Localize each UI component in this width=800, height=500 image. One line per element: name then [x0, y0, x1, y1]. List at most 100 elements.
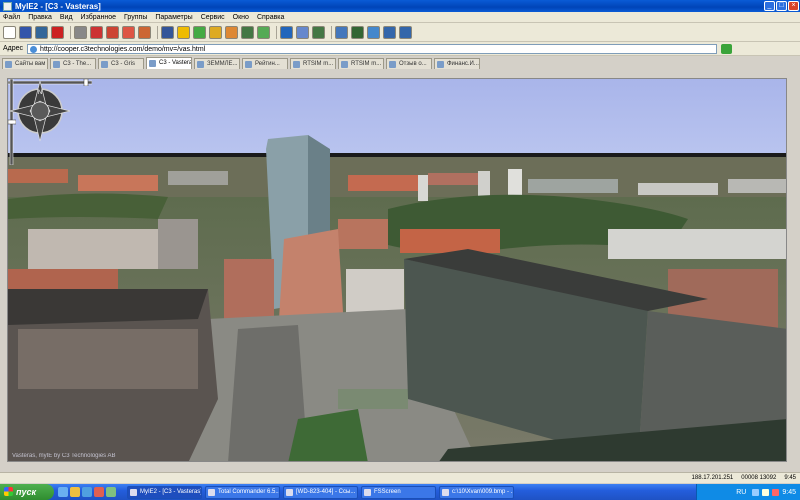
- start-button[interactable]: пуск: [0, 484, 54, 500]
- mail-icon[interactable]: [296, 25, 309, 39]
- building-left-tower: [158, 219, 198, 269]
- close-tab-icon[interactable]: [51, 25, 64, 39]
- web-filter-icon[interactable]: [257, 25, 270, 39]
- fullscreen-icon[interactable]: [335, 25, 348, 39]
- menu-item[interactable]: Избранное: [81, 14, 116, 21]
- groups-icon[interactable]: [193, 25, 206, 39]
- favorites-star-icon[interactable]: [177, 25, 190, 39]
- map-copyright: Vasteras, myIE by C3 Technologies AB: [12, 453, 116, 459]
- building-left-mid: [28, 229, 158, 269]
- toolbar-separator: [70, 25, 71, 39]
- tab-bar: Сайты вам C3 - The... C3 - Gris C3 - Vaster…: [0, 57, 800, 69]
- quick-launch: [58, 487, 118, 497]
- tile-icon[interactable]: [399, 25, 412, 39]
- tab-9[interactable]: Финанс.И...: [434, 58, 480, 69]
- history-icon[interactable]: [209, 25, 222, 39]
- system-tray: RU 9:45: [696, 484, 800, 500]
- status-bar: 188.17.201.251 00008 13092 9:45: [0, 472, 800, 483]
- volume-icon[interactable]: [762, 488, 770, 496]
- menu-item[interactable]: Группы: [124, 14, 147, 21]
- text-size-icon[interactable]: [312, 25, 325, 39]
- roofs-left: [8, 269, 118, 291]
- save-icon[interactable]: [19, 25, 32, 39]
- ie-icon[interactable]: [82, 487, 92, 497]
- tab-2[interactable]: C3 - Gris: [98, 58, 144, 69]
- save-all-icon[interactable]: [35, 25, 48, 39]
- go-button[interactable]: [721, 43, 733, 54]
- sky: [8, 79, 786, 155]
- taskbar-task-0[interactable]: MyIE2 - [C3 - Vasteras]: [127, 485, 202, 499]
- tab-4[interactable]: ЗЕММЛЕ...: [194, 58, 240, 69]
- globe-icon[interactable]: [280, 25, 293, 39]
- stop-icon[interactable]: [90, 25, 103, 39]
- taskbar-task-4[interactable]: c:\10\Xvan\009.bmp - ...: [439, 485, 514, 499]
- new-window-icon[interactable]: [3, 25, 16, 39]
- back-icon[interactable]: [74, 25, 87, 39]
- buildings-right: [608, 229, 786, 259]
- opera-icon[interactable]: [94, 487, 104, 497]
- plaza-square: [338, 389, 408, 409]
- language-indicator[interactable]: RU: [736, 489, 746, 496]
- antivirus-icon[interactable]: [772, 488, 780, 496]
- toolbar-separator: [157, 25, 158, 39]
- building-left-facade: [18, 329, 198, 389]
- title-bar: MyIE2 - [C3 - Vasteras] _ □ ×: [0, 0, 800, 12]
- menu-item[interactable]: Сервис: [201, 14, 225, 21]
- status-ip: 188.17.201.251: [691, 475, 734, 481]
- address-label: Адрес: [3, 45, 24, 52]
- tab-7[interactable]: RTSIM m...: [338, 58, 384, 69]
- status-time: 9:45: [784, 475, 796, 481]
- refresh-all-icon[interactable]: [122, 25, 135, 39]
- auto-refresh-icon[interactable]: [367, 25, 380, 39]
- clock: 9:45: [782, 488, 796, 496]
- menu-item[interactable]: Вид: [60, 14, 73, 21]
- menu-item[interactable]: Окно: [233, 14, 249, 21]
- city-3d-scene: [8, 79, 786, 461]
- task-list: MyIE2 - [C3 - Vasteras] Total Commander 6…: [124, 485, 514, 499]
- tab-5[interactable]: Рейтин...: [242, 58, 288, 69]
- tab-8[interactable]: Отзыв о...: [386, 58, 432, 69]
- taskbar-task-2[interactable]: [WD-823-404] - Ссы...: [283, 485, 358, 499]
- window-layout-icon[interactable]: [383, 25, 396, 39]
- menu-item[interactable]: Параметры: [155, 14, 192, 21]
- menu-bar: Файл Правка Вид Избранное Группы Параметры Сер…: [0, 12, 800, 23]
- collector-icon[interactable]: [225, 25, 238, 39]
- building-center-left: [224, 259, 274, 319]
- svg-text:N: N: [38, 90, 42, 96]
- tab-1[interactable]: C3 - The...: [50, 58, 96, 69]
- toolbar-separator: [331, 25, 332, 39]
- tab-3[interactable]: C3 - Vasteras: [146, 57, 192, 69]
- network-icon[interactable]: [752, 488, 760, 496]
- taskbar: пуск MyIE2 - [C3 - Vasteras] Total Comman…: [0, 484, 800, 500]
- tab-6[interactable]: RTSIM m...: [290, 58, 336, 69]
- roofs-mid: [400, 229, 500, 253]
- map-viewport[interactable]: N Vasteras, myIE by C3 Technologies AB: [7, 78, 787, 462]
- home-icon[interactable]: [138, 25, 151, 39]
- taskbar-task-1[interactable]: Total Commander 6.5...: [205, 485, 280, 499]
- compass-navigator[interactable]: N: [8, 79, 72, 143]
- show-desktop-icon[interactable]: [58, 487, 68, 497]
- address-input[interactable]: http://cooper.c3technologies.com/demo/mv…: [27, 43, 718, 54]
- proxy-icon[interactable]: [241, 25, 254, 39]
- app-icon: [3, 1, 12, 11]
- maximize-button[interactable]: □: [776, 1, 787, 11]
- minimize-button[interactable]: _: [764, 1, 775, 11]
- folder-icon[interactable]: [70, 487, 80, 497]
- address-bar: Адрес http://cooper.c3technologies.com/d…: [0, 42, 800, 56]
- taskbar-task-3[interactable]: FSScreen: [361, 485, 436, 499]
- menu-item[interactable]: Правка: [28, 14, 52, 21]
- tab-0[interactable]: Сайты вам: [2, 58, 48, 69]
- search-icon[interactable]: [161, 25, 174, 39]
- close-button[interactable]: ×: [788, 1, 799, 11]
- popup-filter-icon[interactable]: [351, 25, 364, 39]
- horizon: [8, 153, 786, 157]
- building-left-roof: [8, 289, 208, 325]
- window-title: MyIE2 - [C3 - Vasteras]: [15, 1, 101, 11]
- refresh-icon[interactable]: [106, 25, 119, 39]
- toolbar: [0, 23, 800, 42]
- menu-item[interactable]: Справка: [257, 14, 284, 21]
- left-trees: [8, 193, 168, 219]
- menu-item[interactable]: Файл: [3, 14, 20, 21]
- app-icon-ql[interactable]: [106, 487, 116, 497]
- roofs-mid-left: [338, 219, 388, 249]
